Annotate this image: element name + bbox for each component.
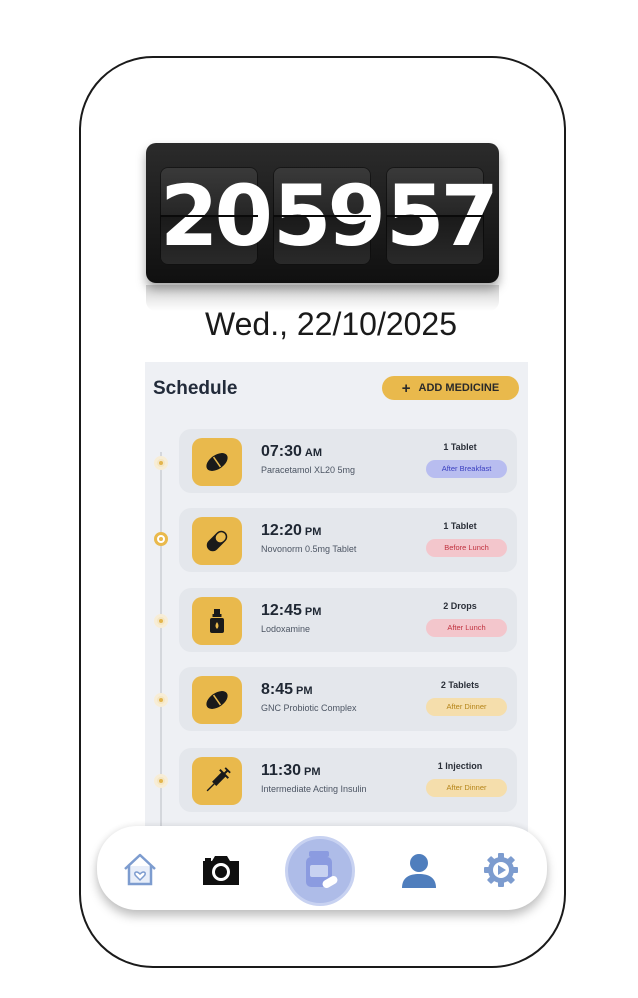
medicine-name: Paracetamol XL20 5mg: [261, 465, 356, 475]
dose-amount: 1 Tablet: [443, 521, 477, 531]
clock-hours: 20: [160, 167, 273, 265]
timeline-dot: [154, 456, 168, 470]
medicine-nav-button[interactable]: [285, 836, 355, 906]
timing-tag: After Dinner: [426, 779, 507, 797]
medicine-name: Novonorm 0.5mg Tablet: [261, 544, 357, 554]
dose-time: 12:20 PM: [261, 522, 322, 539]
timeline-dot: [154, 693, 168, 707]
schedule-item[interactable]: 12:20 PM Novonorm 0.5mg Tablet 1 Tablet B…: [179, 508, 517, 572]
medicine-name: GNC Probiotic Complex: [261, 703, 357, 713]
flip-clock: 20 59 57: [146, 143, 499, 283]
timing-tag: After Lunch: [426, 619, 507, 637]
medicine-name: Lodoxamine: [261, 624, 311, 634]
pill-oval-icon: [192, 676, 242, 724]
syringe-icon: [192, 757, 242, 805]
home-icon[interactable]: [119, 848, 161, 890]
timing-tag: After Breakfast: [426, 460, 507, 478]
timing-tag: After Dinner: [426, 698, 507, 716]
timeline-dot-active: [154, 532, 168, 546]
current-date: Wed., 22/10/2025: [204, 306, 458, 342]
pill-oval-icon: [192, 438, 242, 486]
schedule-item[interactable]: 07:30 AM Paracetamol XL20 5mg 1 Tablet Af…: [179, 429, 517, 493]
capsule-icon: [192, 517, 242, 565]
schedule-item[interactable]: 12:45 PM Lodoxamine 2 Drops After Lunch: [179, 588, 517, 652]
timeline-dot: [154, 774, 168, 788]
dose-time: 12:45 PM: [261, 602, 322, 619]
schedule-item[interactable]: 11:30 PM Intermediate Acting Insulin 1 In…: [179, 748, 517, 812]
dose-amount: 1 Tablet: [443, 442, 477, 452]
dose-amount: 2 Tablets: [440, 680, 480, 690]
schedule-title: Schedule: [153, 378, 238, 399]
add-medicine-button[interactable]: + ADD MEDICINE: [382, 376, 519, 400]
camera-icon[interactable]: [199, 850, 243, 890]
dose-amount: 2 Drops: [443, 601, 477, 611]
dose-time: 8:45 PM: [261, 681, 313, 698]
clock-minutes: 59: [273, 167, 386, 265]
dose-amount: 1 Injection: [437, 761, 483, 771]
add-medicine-label: ADD MEDICINE: [418, 382, 500, 394]
profile-icon[interactable]: [397, 848, 441, 892]
clock-seconds: 57: [386, 167, 499, 265]
timing-tag: Before Lunch: [426, 539, 507, 557]
dropper-bottle-icon: [192, 597, 242, 645]
dose-time: 11:30 PM: [261, 762, 321, 779]
medicine-name: Intermediate Acting Insulin: [261, 784, 367, 794]
settings-icon[interactable]: [479, 848, 523, 892]
schedule-panel: Schedule + ADD MEDICINE 07:30 AM Paraceta…: [145, 362, 528, 832]
bottom-nav: [97, 826, 547, 910]
dose-time: 07:30 AM: [261, 443, 323, 460]
plus-icon: +: [401, 379, 411, 397]
medicine-icon: [306, 851, 338, 889]
timeline-dot: [154, 614, 168, 628]
schedule-item[interactable]: 8:45 PM GNC Probiotic Complex 2 Tablets A…: [179, 667, 517, 731]
